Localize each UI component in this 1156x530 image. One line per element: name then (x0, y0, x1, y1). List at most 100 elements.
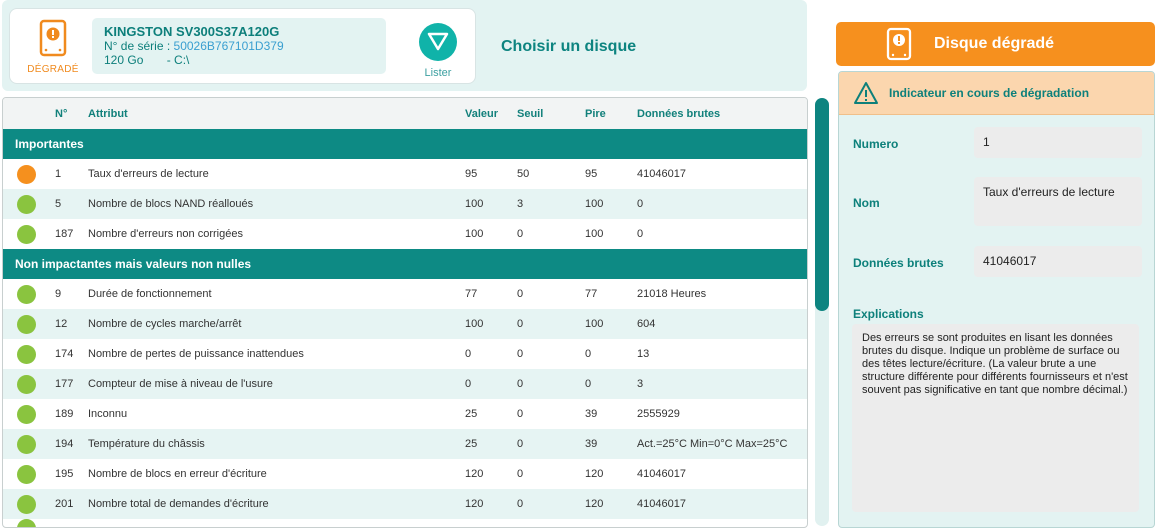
row-attribute: Taux d'erreurs de lecture (88, 168, 209, 180)
header-attribute[interactable]: Attribut (88, 108, 465, 120)
disk-status-banner-text: Disque dégradé (934, 35, 1055, 52)
row-worst: 39 (585, 408, 598, 420)
status-ok-icon (17, 344, 36, 364)
raw-data-label: Données brutes (853, 256, 944, 270)
row-num: 195 (55, 468, 74, 480)
table-group-header: Importantes (3, 129, 807, 159)
disk-model: KINGSTON SV300S37A120G (104, 24, 280, 39)
table-group-header: Non impactantes mais valeurs non nulles (3, 249, 807, 279)
status-ok-icon (17, 464, 36, 484)
row-attribute: Nombre total de demandes d'écriture (88, 498, 269, 510)
list-disks-label: Lister (424, 67, 452, 79)
row-attribute: Température du châssis (88, 438, 205, 450)
row-num: 5 (55, 198, 62, 210)
disk-status: DÉGRADÉ (20, 19, 86, 75)
row-attribute: Nombre de blocs NAND réalloués (88, 198, 254, 210)
row-raw-data: 21018 Heures (637, 288, 707, 300)
row-attribute: Inconnu (88, 408, 128, 420)
status-ok-icon (17, 494, 36, 514)
row-threshold: 50 (517, 168, 530, 180)
table-row[interactable]: 12 Nombre de cycles marche/arrêt 100 0 100 60… (3, 309, 807, 339)
row-threshold: 0 (517, 438, 524, 450)
table-header: N° Attribut Valeur Seuil Pire Données br… (3, 98, 807, 129)
table-row[interactable]: 5 Nombre de blocs NAND réalloués 100 3 100 0 (3, 189, 807, 219)
header-value[interactable]: Valeur (465, 108, 517, 120)
scrollbar-thumb[interactable] (815, 98, 829, 311)
disk-serial-value: 50026B767101D379 (173, 39, 284, 53)
row-worst: 120 (585, 468, 604, 480)
row-worst: 100 (585, 318, 604, 330)
row-value: 25 (465, 438, 478, 450)
row-worst: 120 (585, 498, 604, 510)
disk-status-label: DÉGRADÉ (27, 64, 79, 75)
row-value: 100 (465, 228, 484, 240)
row-value: 25 (465, 408, 478, 420)
disk-capacity-value: 120 Go (104, 53, 144, 67)
row-threshold: 0 (517, 408, 524, 420)
row-attribute: Durée de fonctionnement (88, 288, 212, 300)
row-threshold: 0 (517, 468, 524, 480)
row-attribute: Nombre de blocs en erreur d'écriture (88, 468, 267, 480)
row-raw-data: 41046017 (637, 498, 686, 510)
row-threshold: 0 (517, 348, 524, 360)
row-threshold: 0 (517, 228, 524, 240)
row-raw-data: 0 (637, 228, 644, 240)
row-raw-data: 13 (637, 348, 650, 360)
row-worst: 77 (585, 288, 598, 300)
row-num: 194 (55, 438, 74, 450)
status-warning-icon (17, 164, 36, 184)
attribute-detail-panel: Indicateur en cours de dégradation Numer… (838, 71, 1155, 528)
smart-attributes-table: N° Attribut Valeur Seuil Pire Données br… (2, 97, 808, 528)
row-value: 120 (465, 498, 484, 510)
table-row[interactable]: 9 Durée de fonctionnement 77 0 77 21018 Heure… (3, 279, 807, 309)
status-ok-icon (17, 194, 36, 214)
table-row[interactable]: 189 Inconnu 25 0 39 2555929 (3, 399, 807, 429)
header-raw-data[interactable]: Données brutes (637, 108, 807, 120)
row-num: 189 (55, 408, 74, 420)
disk-capacity: 120 Go - C:\ (104, 53, 374, 68)
row-raw-data: 2555929 (637, 408, 680, 420)
row-num: 187 (55, 228, 74, 240)
row-value: 0 (465, 348, 472, 360)
list-disks-button[interactable]: Lister (418, 23, 458, 83)
hard-disk-warning-icon (886, 27, 912, 61)
row-value: 120 (465, 468, 484, 480)
row-threshold: 0 (517, 318, 524, 330)
row-attribute: Nombre de pertes de puissance inattendue… (88, 348, 304, 360)
status-ok-icon (17, 284, 36, 304)
header-worst[interactable]: Pire (585, 108, 637, 120)
row-attribute: Nombre de cycles marche/arrêt (88, 318, 242, 330)
raw-data-field: 41046017 (974, 246, 1142, 277)
table-row[interactable]: 187 Nombre d'erreurs non corrigées 100 0 100… (3, 219, 807, 249)
table-row[interactable]: 174 Nombre de pertes de puissance inatten… (3, 339, 807, 369)
table-row[interactable]: 195 Nombre de blocs en erreur d'écriture 1… (3, 459, 807, 489)
row-worst: 39 (585, 438, 598, 450)
row-threshold: 0 (517, 378, 524, 390)
row-num: 12 (55, 318, 68, 330)
status-ok-icon (17, 434, 36, 454)
row-worst: 0 (585, 378, 592, 390)
row-value: 100 (465, 198, 484, 210)
row-threshold: 0 (517, 498, 524, 510)
row-value: 0 (465, 378, 472, 390)
header-num[interactable]: N° (55, 108, 88, 120)
number-field: 1 (974, 127, 1142, 158)
table-row[interactable]: 177 Compteur de mise à niveau de l'usure 0… (3, 369, 807, 399)
table-row-partial (3, 519, 807, 527)
row-attribute: Compteur de mise à niveau de l'usure (88, 378, 273, 390)
disk-info: KINGSTON SV300S37A120G N° de série : 500… (92, 18, 386, 74)
table-row[interactable]: 1 Taux d'erreurs de lecture 95 50 95 41046017 (3, 159, 807, 189)
choose-disk-link[interactable]: Choisir un disque (501, 38, 636, 56)
status-ok-icon (17, 519, 36, 527)
status-ok-icon (17, 314, 36, 334)
name-label: Nom (853, 196, 880, 210)
name-field: Taux d'erreurs de lecture (974, 177, 1142, 226)
table-row[interactable]: 201 Nombre total de demandes d'écriture 12… (3, 489, 807, 519)
disk-serial-label: N° de série : (104, 39, 171, 53)
status-ok-icon (17, 374, 36, 394)
row-attribute: Nombre d'erreurs non corrigées (88, 228, 243, 240)
row-raw-data: 0 (637, 198, 644, 210)
status-ok-icon (17, 224, 36, 244)
header-threshold[interactable]: Seuil (517, 108, 585, 120)
table-row[interactable]: 194 Température du châssis 25 0 39 Act.=25°C … (3, 429, 807, 459)
